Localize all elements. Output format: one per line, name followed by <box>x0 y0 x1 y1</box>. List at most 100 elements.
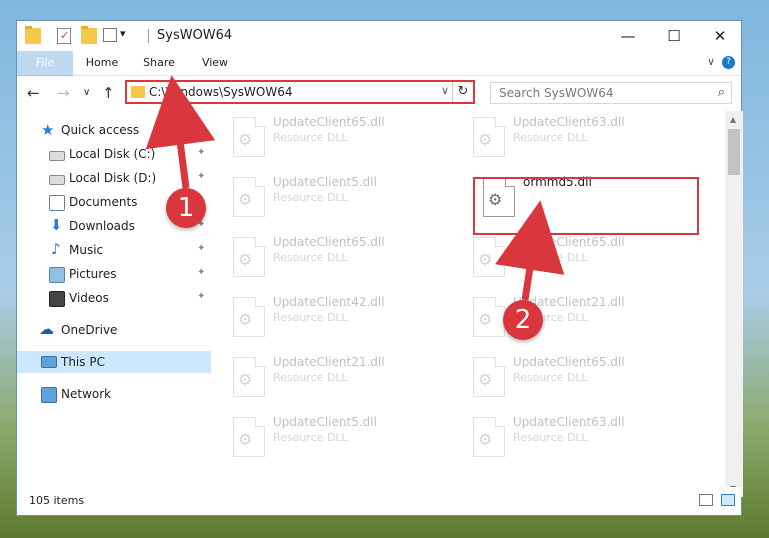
download-icon: ⬇ <box>50 216 63 234</box>
sidebar-item-label: OneDrive <box>61 323 118 337</box>
sidebar-item-label: Downloads <box>69 219 135 233</box>
explorer-window: ✓ ▾ SysWOW64 — ☐ ✕ File Home Share View … <box>16 20 743 516</box>
sidebar-item-pictures[interactable]: Pictures ✦ <box>17 263 211 285</box>
sidebar-item-label: Pictures <box>69 267 117 281</box>
sidebar-item-local-disk-d[interactable]: Local Disk (D:) ✦ <box>17 167 211 189</box>
back-button[interactable]: ← <box>27 84 40 102</box>
minimize-button[interactable]: — <box>605 21 651 51</box>
details-view-icon[interactable] <box>699 494 713 506</box>
file-type: Resource DLL <box>513 131 588 144</box>
customize-qa-icon[interactable] <box>103 28 117 42</box>
sidebar-item-label: Network <box>61 387 112 401</box>
item-count: 105 items <box>29 494 85 507</box>
address-path[interactable]: C:\Windows\SysWOW64 <box>149 85 293 99</box>
dll-file-icon: ⚙ <box>473 417 505 457</box>
sidebar-item-quick-access[interactable]: ★ Quick access <box>17 119 211 141</box>
file-item[interactable]: ⚙ UpdateClient42.dll Resource DLL <box>223 293 453 345</box>
file-type: Resource DLL <box>513 371 588 384</box>
pin-icon[interactable]: ✦ <box>197 171 205 182</box>
title-separator <box>148 29 149 43</box>
status-bar: 105 items <box>17 487 741 515</box>
tab-view[interactable]: View <box>195 51 235 75</box>
properties-icon[interactable]: ✓ <box>57 28 71 44</box>
dll-file-icon: ⚙ <box>233 117 265 157</box>
file-item[interactable]: ⚙ UpdateClient65.dll Resource DLL <box>223 233 453 285</box>
sidebar-item-label: Quick access <box>61 123 140 137</box>
file-type: Resource DLL <box>513 251 588 264</box>
pin-icon[interactable]: ✦ <box>197 147 205 158</box>
computer-icon <box>41 356 57 368</box>
dll-file-icon: ⚙ <box>233 417 265 457</box>
network-icon <box>41 387 57 403</box>
file-item[interactable]: ⚙ UpdateClient5.dll Resource DLL <box>223 173 453 225</box>
sidebar-item-onedrive[interactable]: ☁ OneDrive <box>17 319 211 341</box>
up-button[interactable]: ↑ <box>102 84 115 102</box>
documents-icon <box>49 195 65 211</box>
recent-locations-button[interactable]: ∨ <box>83 87 90 98</box>
close-button[interactable]: ✕ <box>697 21 743 51</box>
file-item[interactable]: ⚙ UpdateClient63.dll Resource DLL <box>463 113 693 165</box>
scrollbar-thumb[interactable] <box>728 129 740 175</box>
qa-dropdown-icon[interactable]: ▾ <box>120 27 126 40</box>
dll-file-icon: ⚙ <box>473 237 505 277</box>
dll-file-icon: ⚙ <box>233 297 265 337</box>
sidebar-item-network[interactable]: Network <box>17 383 211 405</box>
cloud-icon: ☁ <box>39 320 54 338</box>
pin-icon[interactable]: ✦ <box>197 243 205 254</box>
search-icon[interactable]: ⌕ <box>718 85 725 100</box>
new-folder-icon[interactable] <box>81 26 97 44</box>
sidebar-item-label: This PC <box>61 355 105 369</box>
sidebar-item-this-pc[interactable]: This PC <box>17 351 211 373</box>
dll-file-icon: ⚙ <box>233 237 265 277</box>
search-placeholder[interactable]: Search SysWOW64 <box>499 86 613 100</box>
file-type: Resource DLL <box>273 371 348 384</box>
sidebar-item-label: Videos <box>69 291 109 305</box>
sidebar-item-music[interactable]: ♪ Music ✦ <box>17 239 211 261</box>
large-icons-view-icon[interactable] <box>721 494 735 506</box>
title-bar: ✓ ▾ SysWOW64 — ☐ ✕ <box>17 21 741 51</box>
file-item[interactable]: ⚙ UpdateClient65.dll Resource DLL <box>463 233 693 285</box>
music-icon: ♪ <box>51 240 61 258</box>
pin-icon[interactable]: ✦ <box>197 291 205 302</box>
file-name: UpdateClient5.dll <box>273 175 377 189</box>
file-item[interactable]: ⚙ UpdateClient65.dll Resource DLL <box>463 353 693 405</box>
star-icon: ★ <box>41 121 55 139</box>
navigation-bar: ← → ∨ ↑ C:\Windows\SysWOW64 ∨ ↻ Search S… <box>17 76 741 110</box>
address-dropdown-icon[interactable]: ∨ <box>441 84 449 97</box>
folder-icon <box>131 86 145 98</box>
sidebar-item-label: Music <box>69 243 104 257</box>
file-item[interactable]: ⚙ UpdateClient65.dll Resource DLL <box>223 113 453 165</box>
refresh-button[interactable]: ↻ <box>452 82 473 102</box>
file-item[interactable]: ⚙ UpdateClient21.dll Resource DLL <box>223 353 453 405</box>
address-bar[interactable]: C:\Windows\SysWOW64 ∨ ↻ <box>125 80 475 104</box>
help-icon[interactable]: ? <box>722 56 735 69</box>
expand-ribbon-icon[interactable]: ∨ <box>707 55 715 68</box>
pictures-icon <box>49 267 65 283</box>
search-box[interactable]: Search SysWOW64 ⌕ <box>490 82 732 104</box>
file-list: ⚙ UpdateClient65.dll Resource DLL ⚙ Upda… <box>213 111 723 497</box>
file-item[interactable]: ⚙ UpdateClient21.dll Resource DLL <box>463 293 693 345</box>
scroll-up-icon[interactable]: ▲ <box>730 115 736 124</box>
dll-file-icon: ⚙ <box>233 177 265 217</box>
file-item[interactable]: ⚙ UpdateClient5.dll Resource DLL <box>223 413 453 465</box>
dll-file-icon: ⚙ <box>233 357 265 397</box>
forward-button[interactable]: → <box>57 84 70 102</box>
sidebar-item-local-disk-c[interactable]: Local Disk (C:) ✦ <box>17 143 211 165</box>
file-name: UpdateClient65.dll <box>513 235 625 249</box>
videos-icon <box>49 291 65 307</box>
callout-1: 1 <box>166 188 206 228</box>
tab-home[interactable]: Home <box>79 51 125 75</box>
sidebar-item-label: Documents <box>69 195 138 209</box>
navigation-pane: ★ Quick access Local Disk (C:) ✦ Local D… <box>17 117 211 477</box>
file-name: UpdateClient65.dll <box>273 115 385 129</box>
dll-file-icon: ⚙ <box>473 117 505 157</box>
file-type: Resource DLL <box>273 431 348 444</box>
window-title: SysWOW64 <box>157 28 233 43</box>
vertical-scrollbar[interactable]: ▲ ▼ <box>725 111 743 497</box>
sidebar-item-videos[interactable]: Videos ✦ <box>17 287 211 309</box>
maximize-button[interactable]: ☐ <box>651 21 697 51</box>
drive-icon <box>49 175 65 185</box>
pin-icon[interactable]: ✦ <box>197 267 205 278</box>
tab-share[interactable]: Share <box>135 51 183 75</box>
file-item[interactable]: ⚙ UpdateClient63.dll Resource DLL <box>463 413 693 465</box>
